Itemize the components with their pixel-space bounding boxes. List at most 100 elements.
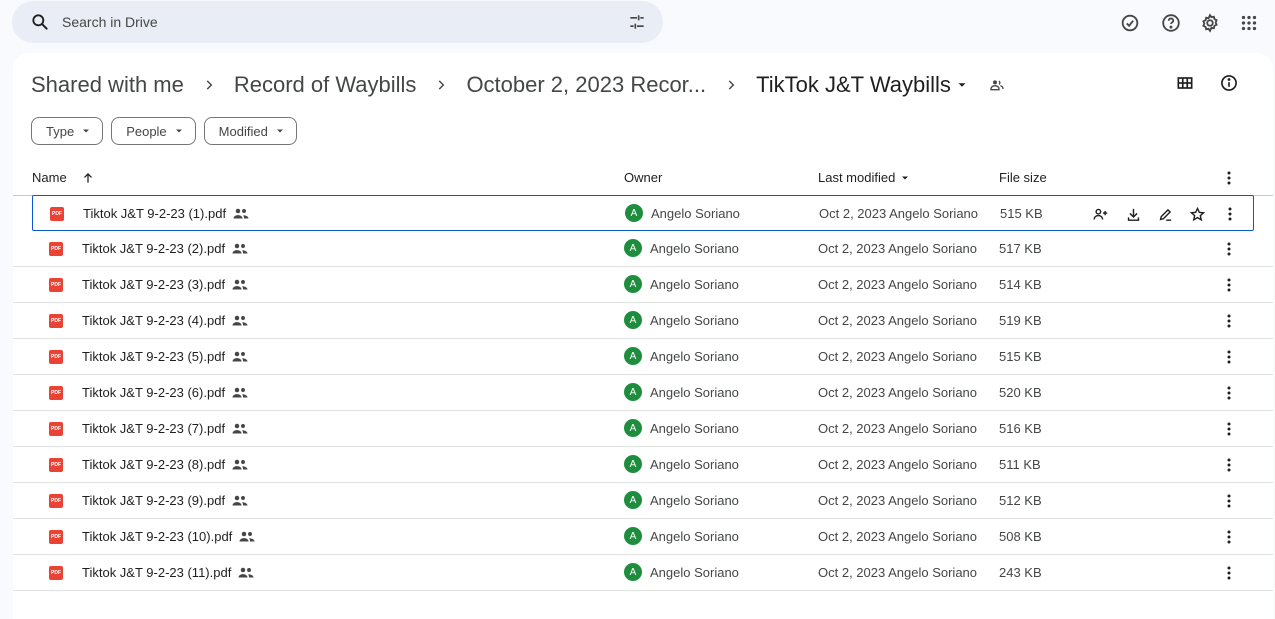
arrow-up-icon[interactable] <box>81 171 95 185</box>
filter-people-chip[interactable]: People <box>111 117 196 145</box>
filter-type-chip[interactable]: Type <box>31 117 104 145</box>
owner-cell: A Angelo Soriano <box>624 347 739 365</box>
file-name-cell: Tiktok J&T 9-2-23 (6).pdf <box>82 385 249 400</box>
offline-ready-icon[interactable] <box>1119 12 1141 34</box>
table-row[interactable]: PDF Tiktok J&T 9-2-23 (5).pdf A Angelo So… <box>13 339 1273 375</box>
column-modified-header[interactable]: Last modified <box>818 170 911 185</box>
caret-down-icon[interactable] <box>955 76 973 94</box>
modified-cell: Oct 2, 2023 Angelo Soriano <box>818 421 978 436</box>
more-options-icon[interactable] <box>1223 492 1235 510</box>
more-options-icon[interactable] <box>1223 420 1235 438</box>
column-size-header[interactable]: File size <box>999 170 1047 185</box>
column-name-header[interactable]: Name <box>32 170 95 185</box>
shared-icon <box>231 279 249 291</box>
grid-layout-icon[interactable] <box>1175 73 1197 95</box>
avatar: A <box>624 239 642 257</box>
table-row[interactable]: PDF Tiktok J&T 9-2-23 (10).pdf A Angelo S… <box>13 519 1273 555</box>
file-browser-panel: Shared with me Record of Waybills Octobe… <box>13 53 1273 619</box>
column-owner-label: Owner <box>624 170 663 185</box>
modified-cell: Oct 2, 2023 Angelo Soriano <box>818 277 978 292</box>
tune-icon[interactable] <box>627 12 647 32</box>
size-cell: 515 KB <box>999 349 1042 364</box>
download-icon[interactable] <box>1124 205 1142 223</box>
filter-modified-chip[interactable]: Modified <box>203 117 297 145</box>
column-owner-header[interactable]: Owner <box>624 170 662 185</box>
search-input[interactable] <box>62 9 602 35</box>
star-icon[interactable] <box>1188 205 1206 223</box>
file-name-cell: Tiktok J&T 9-2-23 (11).pdf <box>82 565 255 580</box>
table-row[interactable]: PDF Tiktok J&T 9-2-23 (3).pdf A Angelo So… <box>13 267 1273 303</box>
more-options-icon[interactable] <box>1223 384 1235 402</box>
file-name: Tiktok J&T 9-2-23 (1).pdf <box>83 206 227 221</box>
breadcrumb-current-folder[interactable]: TikTok J&T Waybills <box>756 72 951 98</box>
more-options-icon[interactable] <box>1223 564 1235 582</box>
filter-chips: Type People Modified <box>31 117 297 145</box>
avatar: A <box>624 419 642 437</box>
more-options-icon[interactable] <box>1223 528 1235 546</box>
breadcrumb-record-of-waybills[interactable]: Record of Waybills <box>234 72 417 98</box>
help-icon[interactable] <box>1160 12 1182 34</box>
file-name: Tiktok J&T 9-2-23 (6).pdf <box>82 385 226 400</box>
size-cell: 243 KB <box>999 565 1042 580</box>
more-options-icon[interactable] <box>1223 169 1235 187</box>
avatar: A <box>624 311 642 329</box>
share-person-add-icon[interactable] <box>1091 205 1109 223</box>
owner-name: Angelo Soriano <box>650 492 739 508</box>
table-row[interactable]: PDF Tiktok J&T 9-2-23 (9).pdf A Angelo So… <box>13 483 1273 519</box>
owner-name: Angelo Soriano <box>650 456 739 472</box>
shared-icon <box>231 459 249 471</box>
table-row[interactable]: PDF Tiktok J&T 9-2-23 (8).pdf A Angelo So… <box>13 447 1273 483</box>
more-options-icon[interactable] <box>1224 205 1236 223</box>
filter-modified-label: Modified <box>218 123 268 139</box>
file-table: Name Owner Last modified File size PDF T… <box>13 160 1273 591</box>
shared-icon <box>231 423 249 435</box>
rename-pencil-icon[interactable] <box>1156 205 1174 223</box>
file-name-cell: Tiktok J&T 9-2-23 (2).pdf <box>82 241 249 256</box>
search-icon[interactable] <box>30 12 50 32</box>
pdf-file-icon: PDF <box>49 386 63 400</box>
file-name: Tiktok J&T 9-2-23 (10).pdf <box>82 529 233 544</box>
owner-name: Angelo Soriano <box>650 348 739 364</box>
info-icon[interactable] <box>1219 73 1241 95</box>
shared-icon <box>231 243 249 255</box>
size-cell: 519 KB <box>999 313 1042 328</box>
column-name-label: Name <box>32 170 67 185</box>
filter-type-label: Type <box>46 123 75 139</box>
search-bar[interactable] <box>12 1 663 43</box>
more-options-icon[interactable] <box>1223 312 1235 330</box>
file-name-cell: Tiktok J&T 9-2-23 (9).pdf <box>82 493 249 508</box>
owner-name: Angelo Soriano <box>650 312 739 328</box>
breadcrumb-shared-with-me[interactable]: Shared with me <box>31 72 184 98</box>
modified-cell: Oct 2, 2023 Angelo Soriano <box>818 385 978 400</box>
avatar: A <box>624 455 642 473</box>
table-row[interactable]: PDF Tiktok J&T 9-2-23 (7).pdf A Angelo So… <box>13 411 1273 447</box>
apps-grid-icon[interactable] <box>1238 12 1260 34</box>
file-name-cell: Tiktok J&T 9-2-23 (4).pdf <box>82 313 249 328</box>
owner-name: Angelo Soriano <box>650 528 739 544</box>
more-options-icon[interactable] <box>1223 456 1235 474</box>
top-bar <box>0 0 1275 46</box>
modified-cell: Oct 2, 2023 Angelo Soriano <box>819 206 979 221</box>
table-row[interactable]: PDF Tiktok J&T 9-2-23 (6).pdf A Angelo So… <box>13 375 1273 411</box>
size-cell: 520 KB <box>999 385 1042 400</box>
file-name-cell: Tiktok J&T 9-2-23 (7).pdf <box>82 421 249 436</box>
file-name: Tiktok J&T 9-2-23 (8).pdf <box>82 457 226 472</box>
more-options-icon[interactable] <box>1223 348 1235 366</box>
size-cell: 515 KB <box>1000 206 1043 221</box>
table-row[interactable]: PDF Tiktok J&T 9-2-23 (11).pdf A Angelo S… <box>13 555 1273 591</box>
gear-icon[interactable] <box>1199 12 1221 34</box>
avatar: A <box>624 527 642 545</box>
size-cell: 514 KB <box>999 277 1042 292</box>
table-row[interactable]: PDF Tiktok J&T 9-2-23 (4).pdf A Angelo So… <box>13 303 1273 339</box>
more-options-icon[interactable] <box>1223 276 1235 294</box>
modified-cell: Oct 2, 2023 Angelo Soriano <box>818 313 978 328</box>
shared-icon <box>238 531 256 543</box>
breadcrumb-october-records[interactable]: October 2, 2023 Recor... <box>466 72 706 98</box>
table-row[interactable]: PDF Tiktok J&T 9-2-23 (2).pdf A Angelo So… <box>13 231 1273 267</box>
avatar: A <box>624 383 642 401</box>
table-row[interactable]: PDF Tiktok J&T 9-2-23 (1).pdf A Angelo S… <box>32 195 1254 231</box>
shared-icon <box>231 315 249 327</box>
pdf-file-icon: PDF <box>49 242 63 256</box>
column-size-label: File size <box>999 170 1047 185</box>
more-options-icon[interactable] <box>1223 240 1235 258</box>
